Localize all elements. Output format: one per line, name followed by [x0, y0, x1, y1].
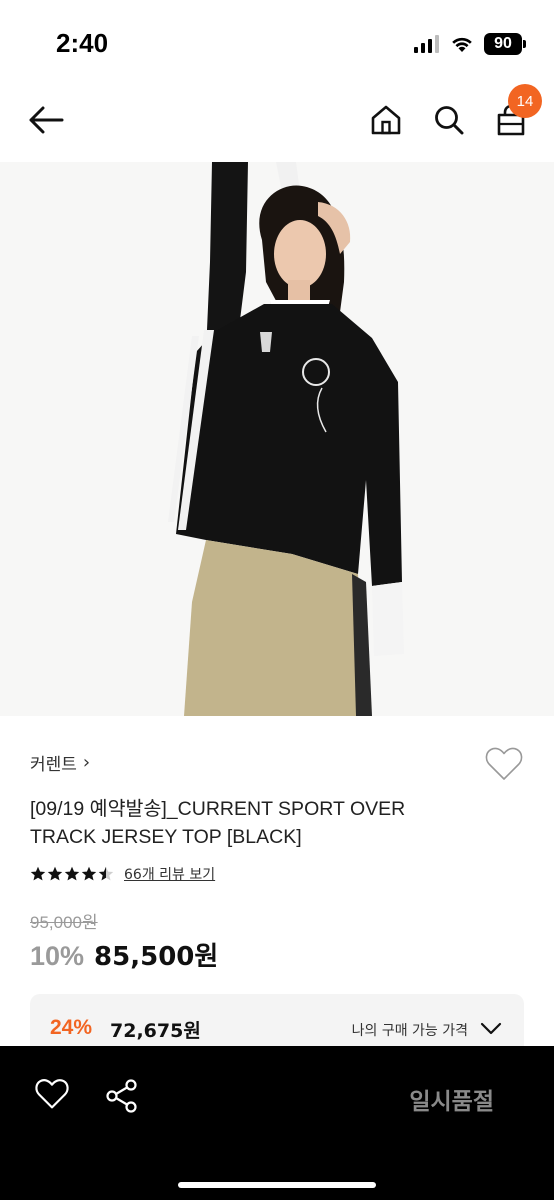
search-button[interactable]	[429, 100, 469, 140]
search-icon	[435, 106, 464, 135]
bottom-action-bar: 일시품절	[0, 1046, 554, 1200]
star-icon	[81, 866, 97, 881]
heart-outline-icon	[35, 1079, 69, 1109]
cellular-signal-icon	[414, 35, 439, 53]
status-bar: 2:40 90	[0, 0, 554, 80]
wishlist-button[interactable]	[484, 746, 524, 786]
sold-out-button[interactable]: 일시품절	[409, 1082, 494, 1116]
bottom-wishlist-button[interactable]	[34, 1078, 74, 1118]
product-image[interactable]	[0, 162, 554, 716]
top-nav: 14	[0, 80, 554, 162]
star-icon	[98, 866, 114, 881]
model-photo	[0, 162, 554, 716]
my-price: 72,675원	[110, 1020, 201, 1042]
star-icon	[64, 866, 80, 881]
battery-indicator: 90	[484, 33, 526, 55]
share-button[interactable]	[104, 1078, 144, 1118]
back-arrow-icon	[29, 106, 64, 134]
original-price: 95,000원	[30, 913, 98, 932]
cart-count-badge: 14	[508, 84, 542, 118]
brand-name: 커렌트	[30, 755, 77, 775]
heart-outline-icon	[485, 747, 523, 780]
my-discount-percent: 24%	[50, 1016, 93, 1039]
star-icon	[30, 866, 46, 881]
sale-price: 85,500원	[94, 942, 219, 972]
discount-percent: 10%	[30, 941, 85, 971]
brand-link[interactable]: 커렌트 ›	[30, 750, 90, 775]
home-button[interactable]	[366, 100, 406, 140]
back-button[interactable]	[26, 100, 66, 140]
my-price-label: 나의 구매 가능 가격	[351, 1023, 468, 1039]
price-row: 10% 85,500원	[30, 936, 218, 973]
chevron-right-icon: ›	[82, 752, 91, 773]
home-indicator	[178, 1182, 376, 1188]
product-page: 2:40 90 14 커렌트 › [09/19 예약발송]_CURRENT SP…	[0, 0, 554, 1200]
review-link[interactable]: 66개 리뷰 보기	[124, 864, 215, 884]
star-icon	[47, 866, 63, 881]
product-title: [09/19 예약발송]_CURRENT SPORT OVER TRACK JE…	[30, 798, 406, 848]
home-icon	[371, 105, 401, 135]
status-icons: 90	[414, 32, 526, 56]
star-rating	[30, 866, 114, 882]
rating-row: 66개 리뷰 보기	[30, 864, 215, 884]
share-icon	[106, 1079, 137, 1113]
status-time: 2:40	[56, 28, 109, 58]
chevron-down-icon	[480, 1022, 502, 1035]
wifi-icon	[452, 37, 472, 52]
